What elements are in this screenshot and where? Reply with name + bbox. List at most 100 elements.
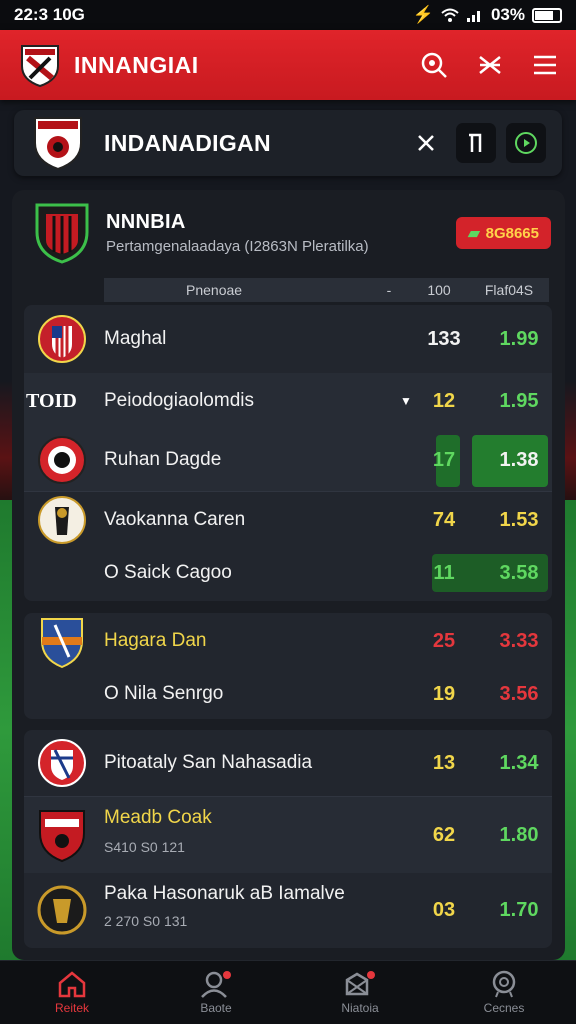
odds-value[interactable]: 1.80 <box>487 824 551 847</box>
table-row[interactable]: O Saick Cagoo 11 3.58 <box>24 548 552 598</box>
match-count: 133 <box>427 327 461 350</box>
app-title: INNANGIAI <box>74 51 199 78</box>
club-crest-icon <box>34 117 82 171</box>
battery-icon <box>532 7 562 23</box>
battery-percent: 03% <box>490 5 525 24</box>
match-count: 17 <box>432 448 456 471</box>
app-bar-actions <box>420 51 558 79</box>
league-info: NNNBIA Pertamgenalaadaya (I2863N Plerati… <box>106 211 456 255</box>
play-circle-icon <box>515 132 537 154</box>
odds-value[interactable]: 3.58 <box>487 562 551 585</box>
match-count: 62 <box>432 823 456 846</box>
club-logo-icon[interactable] <box>18 42 62 88</box>
pin-icon <box>469 133 482 152</box>
table-row[interactable]: Vaokanna Caren 74 1.53 <box>24 492 552 548</box>
odds-value[interactable]: 1.95 <box>487 390 551 413</box>
team-crest-icon <box>38 739 86 787</box>
odds-value[interactable]: 3.56 <box>487 683 551 706</box>
odds-value[interactable]: 1.53 <box>487 509 551 532</box>
team-crest-icon <box>41 618 83 669</box>
match-group: Maghal 133 1.99 TOID Peiodogiaolomdis ▼ … <box>24 305 552 601</box>
signal-icon <box>466 11 480 22</box>
tab-label: Niatoia <box>341 1001 379 1015</box>
table-row[interactable]: Meadb Coak S410 S0 121 62 1.80 <box>24 797 552 873</box>
tab-profile[interactable]: Baote <box>144 961 288 1024</box>
table-row[interactable]: Hagara Dan 25 3.33 <box>24 613 552 669</box>
pin-button[interactable] <box>456 123 496 163</box>
tab-matches[interactable]: Niatoia <box>288 961 432 1024</box>
table-row[interactable]: Maghal 133 1.99 <box>24 305 552 373</box>
column-header: Pnenoae - 100 Flaf04S <box>104 278 549 302</box>
search-icon[interactable] <box>420 51 448 79</box>
column-header-sort[interactable]: - <box>369 282 409 298</box>
app-bar: INNANGIAI <box>0 30 576 100</box>
column-header-name: Pnenoae <box>186 282 243 298</box>
table-row[interactable]: Ruhan Dagde 17 1.38 <box>24 429 552 491</box>
odds-value[interactable]: 1.34 <box>487 752 551 775</box>
dropdown-caret-icon[interactable]: ▼ <box>400 394 412 408</box>
odds-value[interactable]: 1.38 <box>487 449 551 472</box>
team-name: Meadb Coak <box>104 807 212 828</box>
tab-scores[interactable]: Cecnes <box>432 961 576 1024</box>
match-count: 11 <box>433 561 455 584</box>
lightning-icon: ⚡ <box>412 5 434 24</box>
play-button[interactable] <box>506 123 546 163</box>
team-name: Vaokanna Caren <box>104 509 246 530</box>
table-row[interactable]: Paka Hasonaruk aB Iamalve 2 270 S0 131 0… <box>24 873 552 948</box>
team-crest-icon <box>39 810 85 863</box>
home-icon <box>58 971 86 998</box>
table-row[interactable]: TOID Peiodogiaolomdis ▼ 12 1.95 <box>24 373 552 429</box>
stadium-icon <box>345 971 375 996</box>
team-name: O Saick Cagoo <box>104 562 232 583</box>
team-name: Maghal <box>104 328 167 349</box>
match-count: 19 <box>432 682 456 705</box>
match-time: 2 270 S0 131 <box>104 913 188 929</box>
team-name: Hagara Dan <box>104 630 207 651</box>
league-subtitle: Pertamgenalaadaya (I2863N Pleratilka) <box>106 238 369 255</box>
close-icon <box>418 135 434 151</box>
status-icons: ⚡ 03% <box>413 5 562 25</box>
team-name: Pitoataly San Nahasadia <box>104 752 313 773</box>
table-row[interactable]: O Nila Senrgo 19 3.56 <box>24 669 552 719</box>
menu-icon[interactable] <box>532 54 558 76</box>
league-name: NNNBIA <box>106 211 186 233</box>
match-time: S410 S0 121 <box>104 839 185 855</box>
tab-label: Baote <box>200 1001 232 1015</box>
medal-icon <box>492 970 516 998</box>
section-title: INDANADIGAN <box>104 129 271 156</box>
match-count: 12 <box>432 389 456 412</box>
league-header[interactable]: NNNBIA Pertamgenalaadaya (I2863N Plerati… <box>12 190 565 276</box>
league-card: NNNBIA Pertamgenalaadaya (I2863N Plerati… <box>12 190 565 960</box>
table-row[interactable]: Pitoataly San Nahasadia 13 1.34 <box>24 730 552 796</box>
close-button[interactable] <box>406 123 446 163</box>
team-crest-icon <box>38 436 86 484</box>
match-count: 13 <box>432 751 456 774</box>
user-icon <box>201 971 231 998</box>
tab-label: Cecnes <box>483 1001 525 1015</box>
bottom-tab-bar: Reitek Baote Niatoia Cecnes <box>0 960 576 1024</box>
tab-home[interactable]: Reitek <box>0 961 144 1024</box>
match-group: Hagara Dan 25 3.33 O Nila Senrgo 19 3.56 <box>24 613 552 719</box>
section-header-card: INDANADIGAN <box>14 110 562 176</box>
odds-value[interactable]: 1.99 <box>487 328 551 351</box>
team-name: Paka Hasonaruk aB Iamalve <box>104 883 345 904</box>
match-count: 25 <box>432 629 456 652</box>
team-crest-icon <box>38 315 86 363</box>
team-name: O Nila Senrgo <box>104 683 224 704</box>
status-time: 22:3 10G <box>14 5 85 24</box>
odds-value[interactable]: 3.33 <box>487 630 551 653</box>
team-name: Ruhan Dagde <box>104 449 222 470</box>
match-group: Pitoataly San Nahasadia 13 1.34 Meadb Co… <box>24 730 552 948</box>
group-tag: TOID <box>26 389 77 412</box>
match-count: 03 <box>432 899 456 921</box>
team-name: Peiodogiaolomdis <box>104 390 254 411</box>
odds-value[interactable]: 1.70 <box>487 899 551 922</box>
odds-pill[interactable]: ▰ 8G8665 <box>456 217 551 249</box>
team-crest-icon <box>37 885 87 935</box>
ticket-icon: ▰ <box>468 225 480 242</box>
wifi-icon <box>441 8 459 22</box>
share-icon[interactable] <box>476 51 504 79</box>
column-header-value: 100 <box>427 282 451 298</box>
league-crest-icon <box>35 203 89 264</box>
match-count: 74 <box>432 508 456 531</box>
